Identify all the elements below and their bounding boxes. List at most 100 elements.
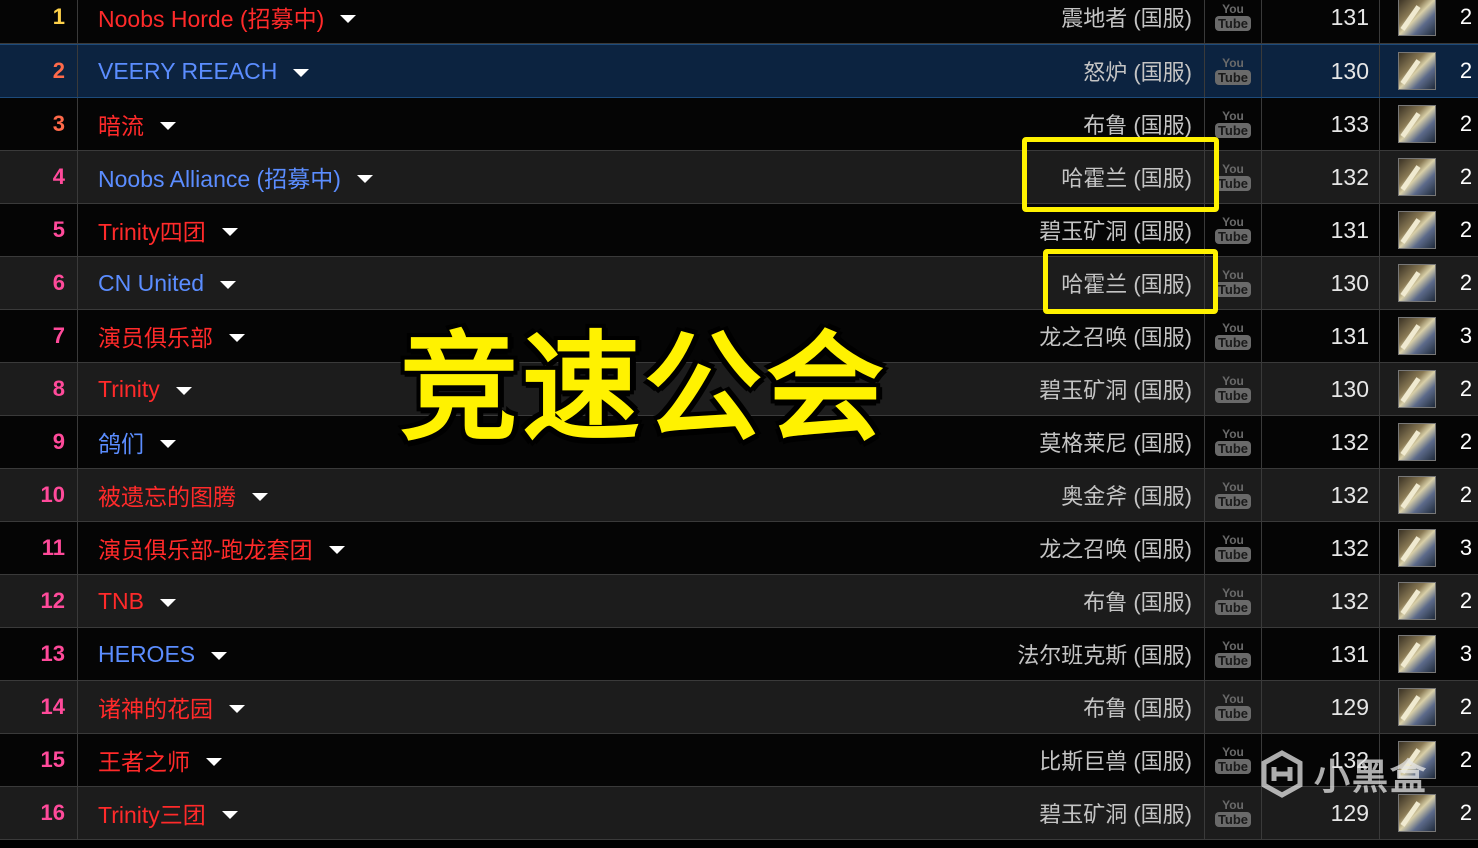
rank-number: 6	[0, 257, 78, 309]
server-name: 震地者 (国服)	[1061, 6, 1192, 31]
server-name: 布鲁 (国服)	[1083, 696, 1192, 721]
guild-name-link[interactable]: Trinity	[98, 376, 160, 403]
raid-count: 2	[1459, 270, 1473, 295]
table-row[interactable]: 3 暗流 布鲁 (国服) You Tube 133 2	[0, 98, 1478, 151]
guild-name-link[interactable]: 诸神的花园	[98, 690, 213, 724]
rank-number: 2	[0, 45, 78, 97]
guild-name-link[interactable]: HEROES	[98, 641, 195, 668]
dropdown-caret-icon[interactable]	[160, 598, 176, 607]
table-row[interactable]: 2 VEERY REEACH 怒炉 (国服) You Tube 130 2	[0, 44, 1478, 98]
weapon-icon	[1398, 688, 1436, 726]
dropdown-caret-icon[interactable]	[211, 651, 228, 660]
dropdown-caret-icon[interactable]	[160, 121, 176, 130]
youtube-icon[interactable]: You Tube	[1204, 575, 1262, 627]
dropdown-caret-icon[interactable]	[356, 174, 373, 183]
dropdown-caret-icon[interactable]	[221, 227, 238, 236]
raid-count: 2	[1459, 588, 1473, 613]
guild-name-link[interactable]: 演员俱乐部	[98, 319, 213, 353]
watermark: 小黑盒	[1258, 748, 1428, 800]
raid-count: 2	[1459, 217, 1473, 242]
dropdown-caret-icon[interactable]	[229, 704, 245, 713]
guild-cell: TNB	[78, 575, 1018, 627]
guild-name-link[interactable]: 被遗忘的图腾	[98, 478, 236, 512]
guild-name-link[interactable]: TNB	[98, 588, 144, 615]
youtube-icon[interactable]: You Tube	[1204, 787, 1262, 839]
item-level-score: 131	[1262, 310, 1380, 362]
table-row[interactable]: 5 Trinity四团 碧玉矿洞 (国服) You Tube 131 2	[0, 204, 1478, 257]
highlight-box-server-row-6	[1043, 249, 1218, 314]
guild-name-link[interactable]: Noobs Horde (招募中)	[98, 0, 324, 34]
server-name: 布鲁 (国服)	[1083, 590, 1192, 615]
dropdown-caret-icon[interactable]	[220, 280, 237, 289]
youtube-icon[interactable]: You Tube	[1204, 0, 1262, 43]
dropdown-caret-icon[interactable]	[160, 439, 176, 448]
guild-cell: Trinity三团	[78, 787, 1018, 839]
raid-count: 3	[1459, 641, 1473, 666]
guild-name-link[interactable]: 演员俱乐部-跑龙套团	[98, 531, 313, 565]
dropdown-caret-icon[interactable]	[175, 386, 192, 395]
dropdown-caret-icon[interactable]	[221, 810, 238, 819]
dropdown-caret-icon[interactable]	[340, 14, 357, 23]
table-row[interactable]: 1 Noobs Horde (招募中) 震地者 (国服) You Tube 131…	[0, 0, 1478, 44]
guild-name-link[interactable]: 王者之师	[98, 743, 190, 777]
server-name: 比斯巨兽 (国服)	[1039, 749, 1192, 774]
guild-cell: VEERY REEACH	[78, 45, 1018, 97]
rank-number: 13	[0, 628, 78, 680]
server-name: 法尔班克斯 (国服)	[1017, 643, 1192, 668]
youtube-icon[interactable]: You Tube	[1204, 363, 1262, 415]
class-icon-cell	[1380, 681, 1454, 733]
item-level-score: 130	[1262, 45, 1380, 97]
table-row[interactable]: 16 Trinity三团 碧玉矿洞 (国服) You Tube 129 2	[0, 787, 1478, 840]
server-name: 怒炉 (国服)	[1083, 60, 1192, 85]
guild-name-link[interactable]: VEERY REEACH	[98, 58, 277, 85]
table-row[interactable]: 4 Noobs Alliance (招募中) 哈霍兰 (国服) You Tube …	[0, 151, 1478, 204]
weapon-icon	[1398, 317, 1436, 355]
dropdown-caret-icon[interactable]	[293, 68, 310, 77]
guild-cell: 暗流	[78, 98, 1018, 150]
youtube-icon[interactable]: You Tube	[1204, 681, 1262, 733]
youtube-icon[interactable]: You Tube	[1204, 310, 1262, 362]
class-icon-cell	[1380, 151, 1454, 203]
rank-number: 8	[0, 363, 78, 415]
guild-name-link[interactable]: 鸽们	[98, 425, 144, 459]
raid-count: 3	[1459, 323, 1473, 348]
table-row[interactable]: 13 HEROES 法尔班克斯 (国服) You Tube 131 3	[0, 628, 1478, 681]
youtube-icon[interactable]: You Tube	[1204, 734, 1262, 786]
youtube-icon[interactable]: You Tube	[1204, 469, 1262, 521]
class-icon-cell	[1380, 45, 1454, 97]
dropdown-caret-icon[interactable]	[252, 492, 268, 501]
dropdown-caret-icon[interactable]	[328, 545, 345, 554]
youtube-icon[interactable]: You Tube	[1204, 45, 1262, 97]
item-level-score: 129	[1262, 681, 1380, 733]
item-level-score: 131	[1262, 0, 1380, 43]
table-row[interactable]: 15 王者之师 比斯巨兽 (国服) You Tube 132 2	[0, 734, 1478, 787]
table-row[interactable]: 11 演员俱乐部-跑龙套团 龙之召唤 (国服) You Tube 132 3	[0, 522, 1478, 575]
guild-name-link[interactable]: Trinity四团	[98, 213, 206, 247]
table-row[interactable]: 10 被遗忘的图腾 奥金斧 (国服) You Tube 132 2	[0, 469, 1478, 522]
guild-cell: 诸神的花园	[78, 681, 1018, 733]
weapon-icon	[1398, 158, 1436, 196]
weapon-icon	[1398, 423, 1436, 461]
item-level-score: 132	[1262, 416, 1380, 468]
youtube-icon[interactable]: You Tube	[1204, 522, 1262, 574]
server-name: 龙之召唤 (国服)	[1039, 537, 1192, 562]
rank-number: 10	[0, 469, 78, 521]
server-name: 奥金斧 (国服)	[1061, 484, 1192, 509]
raid-count: 2	[1459, 4, 1473, 29]
raid-count: 2	[1459, 800, 1473, 825]
table-row[interactable]: 14 诸神的花园 布鲁 (国服) You Tube 129 2	[0, 681, 1478, 734]
guild-cell: 演员俱乐部-跑龙套团	[78, 522, 1018, 574]
dropdown-caret-icon[interactable]	[206, 757, 222, 766]
guild-name-link[interactable]: Noobs Alliance (招募中)	[98, 160, 341, 194]
raid-count: 2	[1459, 694, 1473, 719]
class-icon-cell	[1380, 204, 1454, 256]
guild-name-link[interactable]: Trinity三团	[98, 796, 206, 830]
highlight-box-server-row-4	[1022, 137, 1219, 212]
table-row[interactable]: 12 TNB 布鲁 (国服) You Tube 132 2	[0, 575, 1478, 628]
dropdown-caret-icon[interactable]	[229, 333, 245, 342]
youtube-icon[interactable]: You Tube	[1204, 416, 1262, 468]
guild-cell: HEROES	[78, 628, 1018, 680]
youtube-icon[interactable]: You Tube	[1204, 628, 1262, 680]
guild-name-link[interactable]: CN United	[98, 270, 204, 297]
guild-name-link[interactable]: 暗流	[98, 107, 144, 141]
